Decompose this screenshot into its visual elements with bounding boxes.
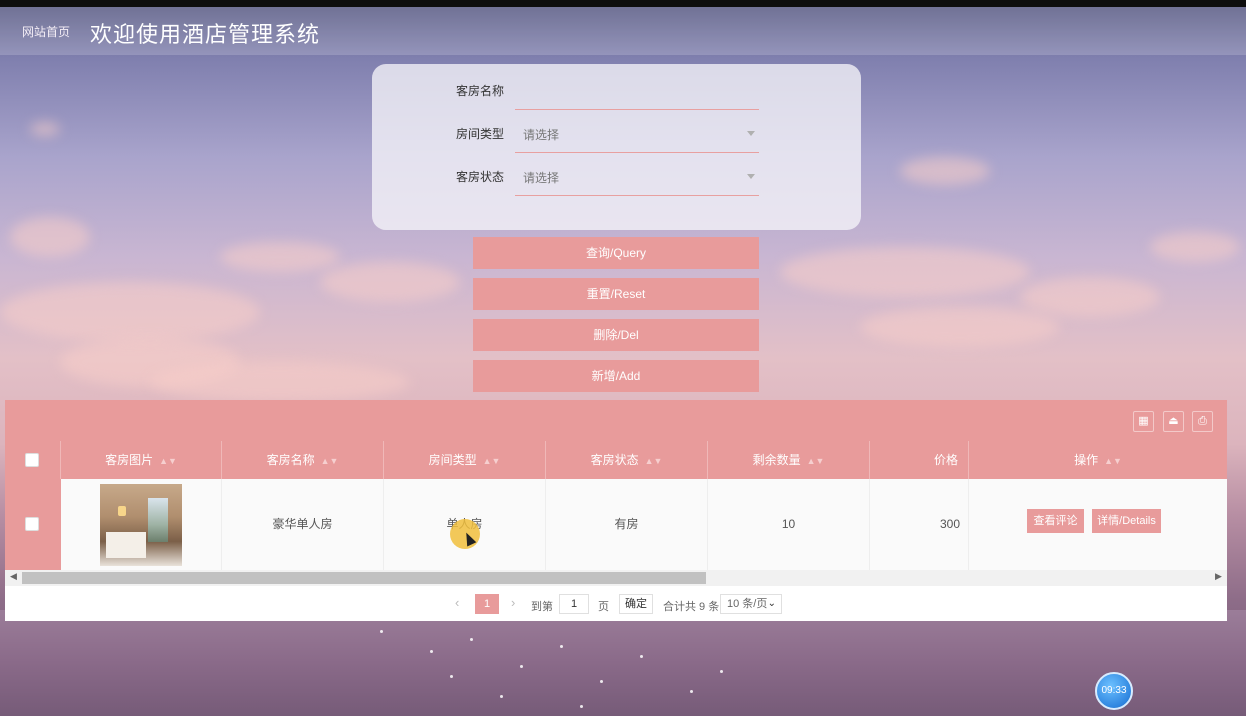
table-row: 豪华单人房 单人房 有房 10 300 查看评论 详情/Details — [5, 479, 1227, 570]
export-icon[interactable]: ⏏ — [1163, 411, 1184, 432]
table-toolbar: ▦ ⏏ ⎙ — [5, 400, 1227, 441]
room-type-label: 房间类型 — [455, 127, 504, 141]
room-type-select[interactable]: 请选择 — [515, 115, 759, 153]
row-select-cell — [5, 479, 61, 570]
room-name-row: 客房名称 — [372, 70, 861, 110]
delete-button[interactable]: 删除/Del — [473, 319, 759, 351]
room-table-panel: ▦ ⏏ ⎙ 客房图片 ▲▼ 客房名称 ▲▼ 房间类型 ▲▼ 客房状态 ▲▼ 剩余数量 ▲▼… — [5, 400, 1227, 621]
room-status-label: 客房状态 — [455, 170, 504, 184]
next-page-icon[interactable]: › — [511, 595, 515, 610]
nav-home-link[interactable]: 网站首页 — [22, 23, 70, 40]
room-image-cell — [61, 479, 222, 570]
room-status-cell: 有房 — [546, 479, 708, 570]
reset-button[interactable]: 重置/Reset — [473, 278, 759, 310]
page-size-value: 10 条/页 — [727, 598, 768, 610]
room-type-placeholder: 请选择 — [523, 128, 560, 142]
goto-label: 到第 — [531, 601, 553, 613]
room-photo[interactable] — [100, 484, 182, 566]
chevron-down-icon — [747, 174, 755, 179]
page-unit-label: 页 — [598, 601, 609, 613]
chevron-down-icon: ⌄ — [767, 598, 776, 609]
background-sea — [0, 610, 1246, 716]
page-size-select[interactable]: 10 条/页 ⌄ — [720, 594, 782, 614]
query-button[interactable]: 查询/Query — [473, 237, 759, 269]
col-header-price[interactable]: 价格 — [870, 441, 969, 479]
horizontal-scrollbar[interactable]: ◀ ▶ — [5, 570, 1227, 586]
select-all-cell — [5, 441, 61, 479]
grid-icon[interactable]: ▦ — [1133, 411, 1154, 432]
row-checkbox[interactable] — [25, 517, 39, 531]
price-cell: 300 — [870, 479, 969, 570]
search-form: 客房名称 房间类型 请选择 客房状态 请选择 — [372, 64, 861, 230]
room-type-row: 房间类型 请选择 — [372, 113, 861, 153]
view-reviews-button[interactable]: 查看评论 — [1027, 509, 1084, 533]
room-name-input[interactable] — [515, 72, 759, 110]
col-header-name[interactable]: 客房名称 ▲▼ — [222, 441, 384, 479]
screen-top-bar — [0, 0, 1246, 7]
goto-confirm-button[interactable]: 确定 — [619, 594, 653, 614]
add-button[interactable]: 新增/Add — [473, 360, 759, 392]
scroll-left-icon[interactable]: ◀ — [10, 571, 17, 582]
col-header-type[interactable]: 房间类型 ▲▼ — [384, 441, 546, 479]
details-button[interactable]: 详情/Details — [1092, 509, 1161, 533]
select-all-checkbox[interactable] — [25, 453, 39, 467]
col-header-image[interactable]: 客房图片 ▲▼ — [61, 441, 222, 479]
scroll-right-icon[interactable]: ▶ — [1215, 571, 1222, 582]
clock-widget[interactable]: 09:33 — [1095, 672, 1133, 710]
total-count: 合计共 9 条 — [663, 601, 720, 613]
goto-page-input[interactable]: 1 — [559, 594, 589, 614]
room-name-cell: 豪华单人房 — [222, 479, 384, 570]
room-name-label: 客房名称 — [455, 84, 504, 98]
room-status-placeholder: 请选择 — [523, 171, 560, 185]
actions-cell: 查看评论 详情/Details — [969, 479, 1227, 570]
chevron-down-icon — [747, 131, 755, 136]
print-icon[interactable]: ⎙ — [1192, 411, 1213, 432]
room-status-row: 客房状态 请选择 — [372, 156, 861, 196]
col-header-remaining[interactable]: 剩余数量 ▲▼ — [708, 441, 870, 479]
room-status-select[interactable]: 请选择 — [515, 158, 759, 196]
pagination: ‹ 1 › 到第 1 页 确定 合计共 9 条 10 条/页 ⌄ — [5, 586, 1227, 621]
scroll-thumb[interactable] — [22, 572, 706, 584]
col-header-status[interactable]: 客房状态 ▲▼ — [546, 441, 708, 479]
site-header: 网站首页 欢迎使用酒店管理系统 — [0, 7, 1246, 55]
remaining-cell: 10 — [708, 479, 870, 570]
site-title: 欢迎使用酒店管理系统 — [90, 22, 321, 47]
prev-page-icon[interactable]: ‹ — [455, 595, 459, 610]
page-number-current[interactable]: 1 — [475, 594, 499, 614]
col-header-actions: 操作 ▲▼ — [1074, 453, 1122, 467]
table-header: 客房图片 ▲▼ 客房名称 ▲▼ 房间类型 ▲▼ 客房状态 ▲▼ 剩余数量 ▲▼ 价格 操作… — [5, 441, 1227, 479]
